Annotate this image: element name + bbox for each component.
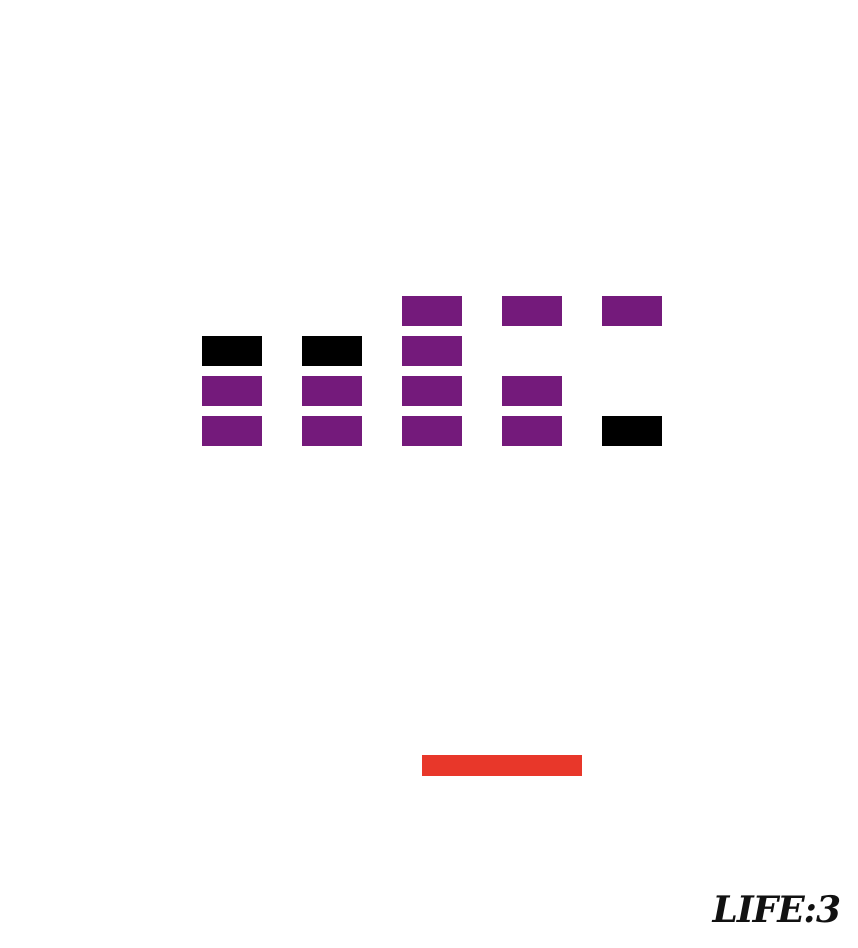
- brick: [402, 336, 462, 366]
- brick: [402, 416, 462, 446]
- brick: [302, 416, 362, 446]
- brick: [402, 376, 462, 406]
- hardened-brick: [202, 336, 262, 366]
- paddle[interactable]: [422, 755, 582, 776]
- brick: [302, 376, 362, 406]
- hardened-brick: [302, 336, 362, 366]
- brick: [202, 416, 262, 446]
- hardened-brick: [602, 416, 662, 446]
- game-board[interactable]: LIFE:3: [0, 0, 858, 948]
- brick: [402, 296, 462, 326]
- brick: [502, 296, 562, 326]
- brick: [202, 376, 262, 406]
- brick: [502, 376, 562, 406]
- lives-counter: LIFE:3: [712, 889, 841, 931]
- brick: [602, 296, 662, 326]
- brick: [502, 416, 562, 446]
